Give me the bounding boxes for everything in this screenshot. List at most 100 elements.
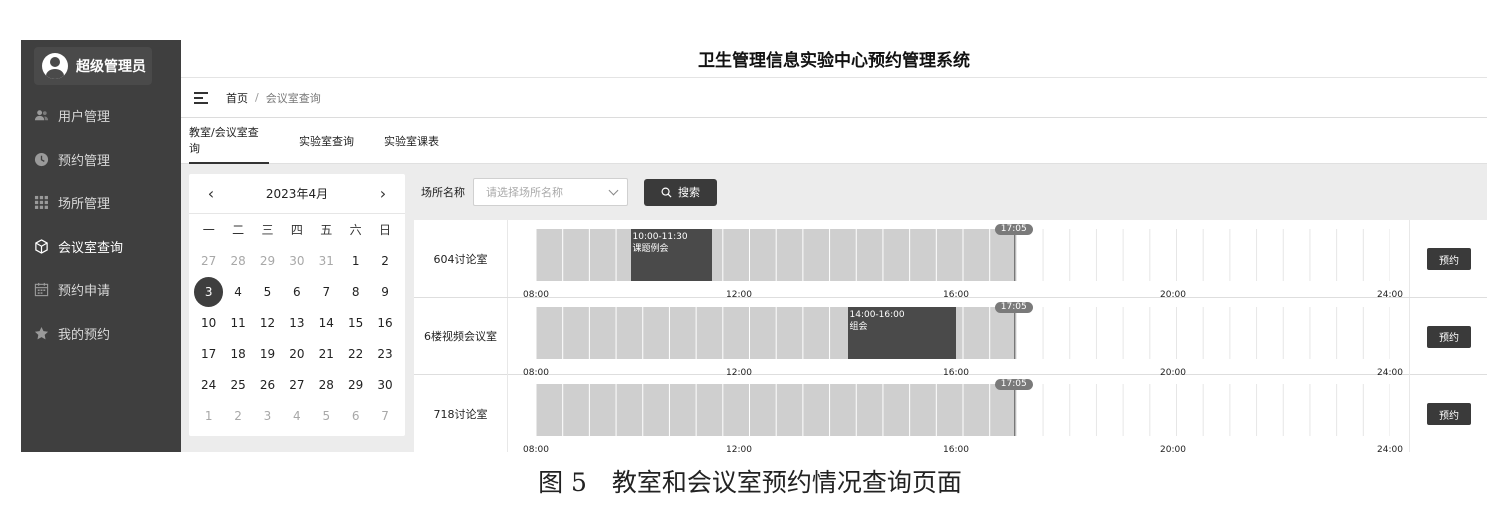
calendar-day-number: 27 [289, 377, 305, 392]
calendar-day-number: 13 [289, 315, 305, 330]
calendar-day-number: 14 [318, 315, 334, 330]
avatar-icon [42, 53, 68, 79]
venue-select-placeholder: 请选择场所名称 [486, 186, 563, 199]
room-timeline[interactable]: 17:05 14:00-16:00 组会 08:00 12:00 16:00 20:00 24… [522, 301, 1403, 378]
calendar-day[interactable]: 16 [370, 307, 399, 338]
room-row: 718讨论室 17:05 08:00 12:00 16:00 20:00 24:00 预约 [414, 375, 1487, 452]
sidebar-item-2[interactable]: 场所管理 [21, 181, 181, 225]
calendar-day[interactable]: 4 [223, 276, 252, 307]
grid-icon [34, 195, 49, 210]
time-tick-label: 16:00 [943, 445, 969, 452]
calendar-day[interactable]: 29 [341, 369, 370, 400]
calendar-day[interactable]: 20 [282, 338, 311, 369]
calendar-day[interactable]: 5 [253, 276, 282, 307]
current-time-badge: 17:05 [994, 224, 1033, 235]
calendar-day-number: 4 [293, 408, 301, 423]
tab-lab-query[interactable]: 实验室查询 [299, 118, 354, 164]
calendar-day-number: 9 [381, 284, 389, 299]
current-time-badge: 17:05 [994, 301, 1033, 313]
prev-month-icon[interactable]: ‹ [203, 184, 219, 203]
app-window: 超级管理员 用户管理 预约管理 场所管理 会议室查询 预约申请 我的预约 卫生管理信息实验… [21, 40, 1487, 452]
calendar-day[interactable]: 28 [312, 369, 341, 400]
breadcrumb-home[interactable]: 首页 [226, 90, 248, 106]
booking-block[interactable]: 14:00-16:00 组会 [847, 306, 956, 359]
book-button[interactable]: 预约 [1427, 248, 1471, 270]
calendar-day[interactable]: 1 [194, 400, 223, 431]
calendar-day[interactable]: 25 [223, 369, 252, 400]
calendar-day-number: 31 [318, 253, 334, 268]
calendar-day[interactable]: 9 [370, 276, 399, 307]
calendar-day[interactable]: 2 [223, 400, 252, 431]
booking-block[interactable]: 10:00-11:30 课题例会 [630, 229, 712, 281]
calendar-day[interactable]: 14 [312, 307, 341, 338]
room-name: 718讨论室 [414, 375, 508, 452]
calendar-day-number: 7 [322, 284, 331, 299]
next-month-icon[interactable]: › [375, 184, 391, 203]
calendar-day[interactable]: 6 [282, 276, 311, 307]
calendar-day[interactable]: 10 [194, 307, 223, 338]
calendar-day[interactable]: 27 [282, 369, 311, 400]
calendar-week: 34 5 6 7 8 9 [194, 276, 400, 307]
sidebar-item-0[interactable]: 用户管理 [21, 94, 181, 138]
calendar-day[interactable]: 24 [194, 369, 223, 400]
calendar-header: ‹ 2023年4月 › [189, 174, 405, 214]
venue-select[interactable]: 请选择场所名称 [473, 178, 628, 206]
calendar-day[interactable]: 2 [370, 245, 399, 276]
sidebar-item-5[interactable]: 我的预约 [21, 312, 181, 356]
calendar-day[interactable]: 13 [282, 307, 311, 338]
calendar-day-number: 16 [377, 315, 393, 330]
calendar-day-number: 8 [351, 284, 360, 299]
search-button[interactable]: 搜索 [644, 178, 717, 206]
timeline-slots [535, 306, 1390, 359]
calendar-day[interactable]: 4 [282, 400, 311, 431]
book-button[interactable]: 预约 [1427, 403, 1471, 425]
sidebar-item-4[interactable]: 预约申请 [21, 268, 181, 312]
calendar-day[interactable]: 27 [194, 245, 223, 276]
calendar-day[interactable]: 30 [282, 245, 311, 276]
calendar-day[interactable]: 3 [253, 400, 282, 431]
menu-toggle-icon[interactable] [194, 91, 208, 104]
calendar-day[interactable]: 23 [370, 338, 399, 369]
calendar-day[interactable]: 18 [223, 338, 252, 369]
tab-bar: 教室/会议室查询 实验室查询 实验室课表 [181, 118, 1487, 164]
calendar-day-number: 4 [234, 284, 242, 299]
room-name: 6楼视频会议室 [414, 297, 508, 375]
calendar-week: 27 28 29 30 31 1 2 [194, 245, 400, 276]
calendar-day-number: 28 [230, 253, 246, 268]
weekday-label: 二 [232, 223, 245, 237]
tab-classroom-query[interactable]: 教室/会议室查询 [189, 118, 269, 164]
calendar-day[interactable]: 22 [341, 338, 370, 369]
calendar-title: 2023年4月 [265, 187, 329, 201]
book-button[interactable]: 预约 [1427, 325, 1471, 348]
calendar-day[interactable]: 8 [341, 276, 370, 307]
calendar-day[interactable]: 12 [253, 307, 282, 338]
sidebar-item-1[interactable]: 预约管理 [21, 138, 181, 182]
calendar-day[interactable]: 6 [341, 400, 370, 431]
calendar-day[interactable]: 28 [223, 245, 252, 276]
action-divider [1409, 220, 1410, 297]
calendar-day[interactable]: 7 [370, 400, 399, 431]
calendar-day[interactable]: 1 [341, 245, 370, 276]
calendar-day[interactable]: 30 [370, 369, 399, 400]
room-row: 604讨论室 17:05 10:00-11:30 课题例会 08:00 12:00 16:0… [414, 220, 1487, 300]
calendar-day[interactable]: 19 [253, 338, 282, 369]
sidebar-item-3[interactable]: 会议室查询 [21, 225, 181, 269]
calendar-day[interactable]: 15 [341, 307, 370, 338]
tab-lab-timetable[interactable]: 实验室课表 [384, 118, 439, 164]
room-timeline[interactable]: 17:05 10:00-11:30 课题例会 08:00 12:00 16:00 20:00… [522, 224, 1403, 300]
calendar-day-number: 3 [263, 408, 272, 423]
calendar-day[interactable]: 21 [312, 338, 341, 369]
calendar-day-number: 26 [259, 377, 276, 392]
room-timeline[interactable]: 17:05 08:00 12:00 16:00 20:00 24:00 [522, 379, 1403, 452]
calendar-day[interactable]: 29 [253, 245, 282, 276]
calendar-day[interactable]: 31 [312, 245, 341, 276]
figure-caption: 图 5 教室和会议室预约情况查询页面 [538, 468, 962, 497]
user-profile[interactable]: 超级管理员 [34, 47, 152, 85]
calendar-day-selected[interactable]: 3 [194, 276, 224, 307]
calendar-day-number: 5 [322, 408, 331, 423]
calendar-day[interactable]: 17 [194, 338, 223, 369]
calendar-day[interactable]: 11 [223, 307, 252, 338]
calendar-day[interactable]: 5 [312, 400, 341, 431]
calendar-day[interactable]: 7 [312, 276, 341, 307]
calendar-day[interactable]: 26 [253, 369, 282, 400]
